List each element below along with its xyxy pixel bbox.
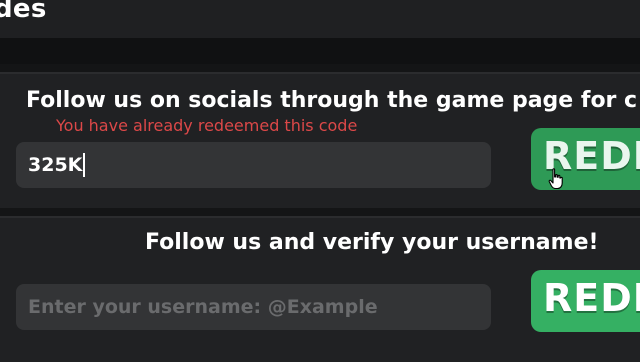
error-message: You have already redeemed this code (56, 116, 358, 135)
redeem-code-panel: Follow us on socials through the game pa… (0, 72, 640, 208)
verify-redeem-button-label: REDE (543, 276, 640, 320)
divider-strip (0, 38, 640, 64)
socials-panel-title: Follow us on socials through the game pa… (26, 88, 638, 113)
verify-redeem-button[interactable]: REDE (531, 270, 640, 332)
verify-panel-title: Follow us and verify your username! (145, 230, 599, 255)
verify-username-panel: Follow us and verify your username! Ente… (0, 216, 640, 362)
hand-pointer-icon (548, 168, 563, 190)
username-input[interactable]: Enter your username: @Example (16, 284, 491, 330)
username-input-placeholder: Enter your username: @Example (28, 296, 378, 318)
codes-header-title: des (0, 0, 47, 24)
code-input-value: 325K (28, 154, 83, 176)
code-input[interactable]: 325K (16, 142, 491, 188)
text-caret (83, 153, 86, 177)
header-bar: des (0, 0, 640, 38)
